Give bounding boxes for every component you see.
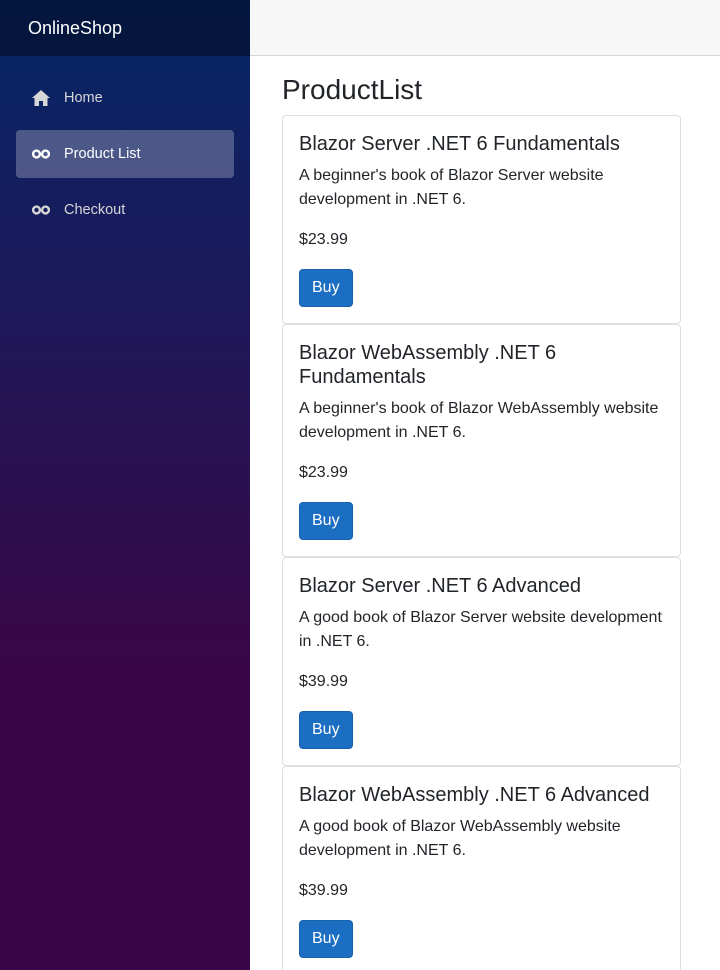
- sidebar-item-checkout[interactable]: Checkout: [16, 186, 234, 234]
- product-name: Blazor WebAssembly .NET 6 Fundamentals: [299, 342, 557, 388]
- product-price: $39.99: [299, 673, 348, 690]
- buy-button[interactable]: Buy: [299, 502, 353, 540]
- product-description: A beginner's book of Blazor Server websi…: [299, 167, 604, 208]
- brand-link[interactable]: OnlineShop: [28, 18, 122, 39]
- sidebar-item-label: Home: [64, 90, 103, 106]
- product-name: Blazor WebAssembly .NET 6 Advanced: [299, 784, 650, 806]
- app-root: OnlineShop Home Product List Checkout Pr…: [0, 0, 720, 970]
- product-price: $23.99: [299, 464, 348, 481]
- product-name: Blazor Server .NET 6 Advanced: [299, 575, 581, 597]
- sidebar-item-home[interactable]: Home: [16, 74, 234, 122]
- sidebar: OnlineShop Home Product List Checkout: [0, 0, 250, 970]
- page-title: ProductList: [282, 74, 423, 105]
- sidebar-item-label: Product List: [64, 146, 141, 162]
- sidebar-item-label: Checkout: [64, 202, 126, 218]
- sidebar-item-product-list[interactable]: Product List: [16, 130, 234, 178]
- buy-button[interactable]: Buy: [299, 920, 353, 958]
- product-card: Blazor WebAssembly .NET 6 Advanced A goo…: [282, 766, 681, 970]
- product-card: Blazor WebAssembly .NET 6 Fundamentals A…: [282, 324, 681, 557]
- brand-bar: OnlineShop: [0, 0, 250, 56]
- product-price: $23.99: [299, 231, 348, 248]
- product-card: Blazor Server .NET 6 Fundamentals A begi…: [282, 115, 681, 324]
- product-name: Blazor Server .NET 6 Fundamentals: [299, 133, 620, 155]
- infinity-icon: [32, 145, 50, 163]
- home-icon: [32, 89, 50, 107]
- product-description: A good book of Blazor WebAssembly websit…: [299, 818, 621, 859]
- top-bar: [250, 0, 720, 56]
- product-card: Blazor Server .NET 6 Advanced A good boo…: [282, 557, 681, 766]
- buy-button[interactable]: Buy: [299, 269, 353, 307]
- product-price: $39.99: [299, 882, 348, 899]
- nav-menu: Home Product List Checkout: [0, 56, 250, 234]
- product-description: A beginner's book of Blazor WebAssembly …: [299, 400, 659, 441]
- buy-button[interactable]: Buy: [299, 711, 353, 749]
- infinity-icon: [32, 201, 50, 219]
- main-content: ProductList Blazor Server .NET 6 Fundame…: [282, 56, 682, 970]
- product-description: A good book of Blazor Server website dev…: [299, 609, 662, 650]
